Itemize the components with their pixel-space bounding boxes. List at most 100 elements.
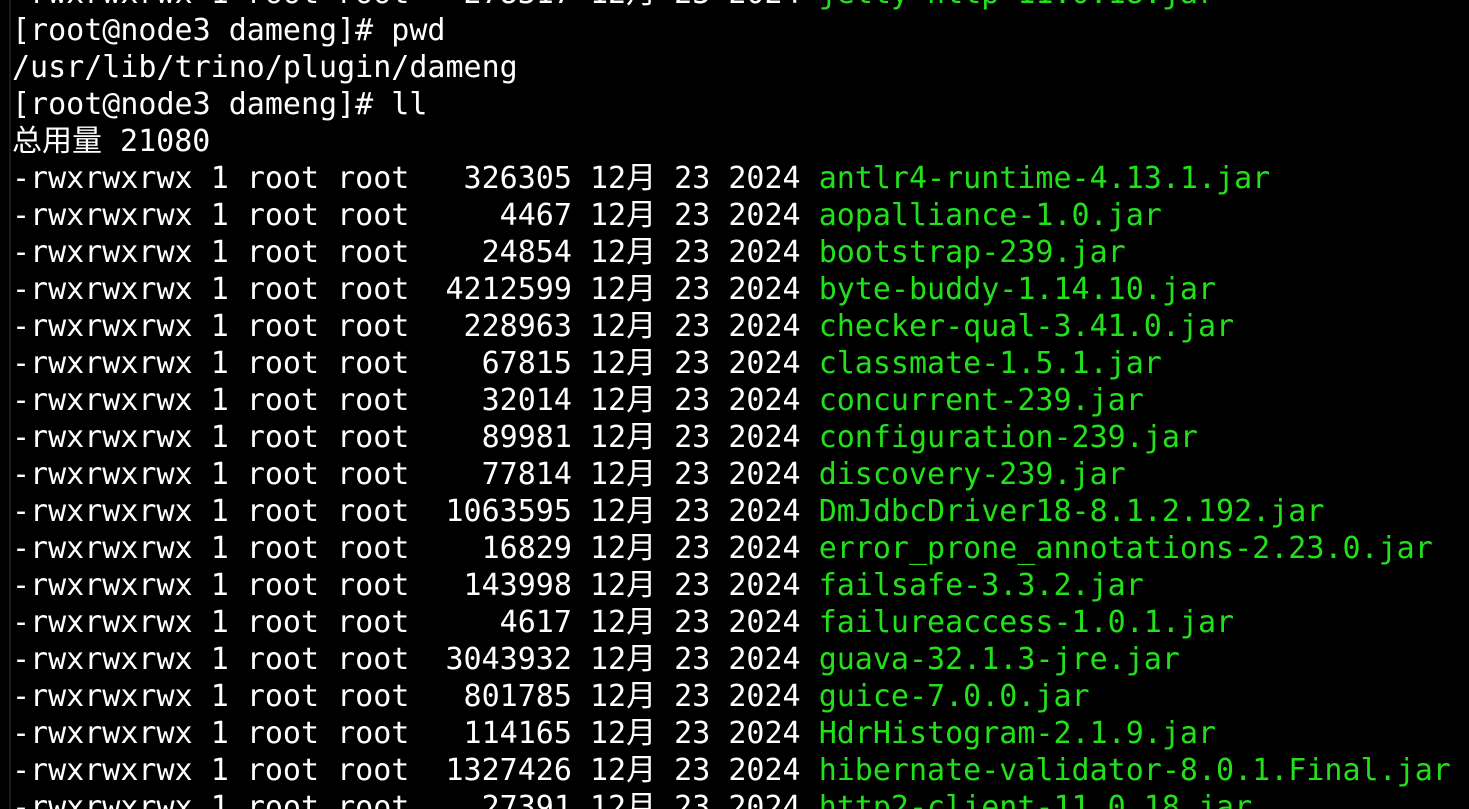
file-size: 326305 (427, 161, 572, 196)
file-listing-row: -rwxrwxrwx 1 root root 32014 12月 23 2024… (12, 382, 1451, 419)
file-name: classmate-1.5.1.jar (818, 346, 1162, 381)
file-link-count: 1 (210, 531, 229, 566)
file-owner: root (246, 716, 320, 751)
file-permissions: -rwxrwxrwx (12, 161, 193, 196)
file-name: aopalliance-1.0.jar (818, 198, 1162, 233)
file-size: 143998 (427, 568, 572, 603)
file-name: guice-7.0.0.jar (818, 679, 1090, 714)
file-size: 801785 (427, 679, 572, 714)
file-owner: root (246, 198, 320, 233)
file-permissions: -rwxrwxrwx (12, 605, 193, 640)
file-owner: root (246, 642, 320, 677)
file-permissions: -rwxrwxrwx (12, 383, 193, 418)
file-listing-row: -rwxrwxrwx 1 root root 278317 12月 23 202… (12, 0, 1451, 12)
file-permissions: -rwxrwxrwx (12, 679, 193, 714)
file-listing-row: -rwxrwxrwx 1 root root 24854 12月 23 2024… (12, 234, 1451, 271)
file-group: root (337, 420, 410, 455)
file-permissions: -rwxrwxrwx (12, 309, 193, 344)
file-listing-row: -rwxrwxrwx 1 root root 4212599 12月 23 20… (12, 271, 1451, 308)
file-listing-row: -rwxrwxrwx 1 root root 228963 12月 23 202… (12, 308, 1451, 345)
file-listing-row: -rwxrwxrwx 1 root root 77814 12月 23 2024… (12, 456, 1451, 493)
file-listing-row: -rwxrwxrwx 1 root root 4467 12月 23 2024 … (12, 197, 1451, 234)
file-owner: root (246, 753, 320, 788)
file-group: root (337, 198, 410, 233)
file-name: guava-32.1.3-jre.jar (818, 642, 1180, 677)
file-date: 12月 23 2024 (590, 309, 801, 344)
file-link-count: 1 (210, 457, 229, 492)
file-group: root (337, 568, 410, 603)
file-link-count: 1 (210, 235, 229, 270)
file-date: 12月 23 2024 (590, 568, 801, 603)
file-date: 12月 23 2024 (590, 753, 801, 788)
file-date: 12月 23 2024 (590, 642, 801, 677)
file-name: DmJdbcDriver18-8.1.2.192.jar (818, 494, 1325, 529)
file-name: jetty-http-11.0.18.jar (819, 0, 1216, 11)
file-date: 12月 23 2024 (590, 790, 801, 809)
terminal-line: [root@node3 dameng]# pwd (12, 13, 446, 48)
file-group: root (337, 605, 410, 640)
file-owner: root (246, 568, 320, 603)
file-listing-row: -rwxrwxrwx 1 root root 67815 12月 23 2024… (12, 345, 1451, 382)
file-group: root (337, 309, 410, 344)
file-owner: root (246, 161, 320, 196)
file-owner: root (246, 494, 320, 529)
file-owner: root (246, 346, 320, 381)
file-link-count: 1 (211, 0, 229, 11)
file-permissions: -rwxrwxrwx (12, 790, 193, 809)
file-name: error_prone_annotations-2.23.0.jar (818, 531, 1433, 566)
file-permissions: -rwxrwxrwx (12, 272, 193, 307)
file-group: root (337, 0, 409, 11)
file-name: checker-qual-3.41.0.jar (818, 309, 1235, 344)
file-size: 32014 (427, 383, 572, 418)
file-link-count: 1 (210, 309, 229, 344)
file-size: 27391 (427, 790, 572, 809)
file-date: 12月 23 2024 (590, 716, 801, 751)
file-owner: root (246, 605, 320, 640)
file-owner: root (246, 531, 320, 566)
file-owner: root (246, 790, 320, 809)
file-date: 12月 23 2024 (590, 420, 801, 455)
file-group: root (337, 716, 410, 751)
file-listing-row: -rwxrwxrwx 1 root root 89981 12月 23 2024… (12, 419, 1451, 456)
file-group: root (337, 642, 410, 677)
window-left-edge (0, 0, 11, 809)
file-permissions: -rwxrwxrwx (12, 0, 193, 11)
file-link-count: 1 (210, 679, 229, 714)
terminal-line: 总用量 21080 (12, 124, 211, 159)
file-date: 12月 23 2024 (590, 161, 801, 196)
file-size: 1063595 (427, 494, 572, 529)
file-name: configuration-239.jar (818, 420, 1198, 455)
file-owner: root (247, 0, 319, 11)
file-permissions: -rwxrwxrwx (12, 494, 193, 529)
file-link-count: 1 (210, 420, 229, 455)
file-permissions: -rwxrwxrwx (12, 716, 193, 751)
file-listing-row: -rwxrwxrwx 1 root root 801785 12月 23 202… (12, 678, 1451, 715)
file-group: root (337, 494, 410, 529)
file-size: 114165 (427, 716, 572, 751)
file-date: 12月 23 2024 (590, 383, 801, 418)
file-permissions: -rwxrwxrwx (12, 346, 193, 381)
terminal-window[interactable]: -rwxrwxrwx 1 root root 278317 12月 23 202… (0, 0, 1469, 809)
file-owner: root (246, 383, 320, 418)
file-date: 12月 23 2024 (590, 457, 801, 492)
file-name: discovery-239.jar (818, 457, 1126, 492)
file-date: 12月 23 2024 (590, 679, 801, 714)
file-link-count: 1 (210, 753, 229, 788)
file-listing-row: -rwxrwxrwx 1 root root 326305 12月 23 202… (12, 160, 1451, 197)
file-size: 4617 (427, 605, 572, 640)
file-group: root (337, 679, 410, 714)
file-group: root (337, 161, 410, 196)
file-size: 4212599 (427, 272, 572, 307)
file-listing-row: -rwxrwxrwx 1 root root 114165 12月 23 202… (12, 715, 1451, 752)
file-size: 16829 (427, 531, 572, 566)
file-date: 12月 23 2024 (590, 272, 801, 307)
terminal-line: [root@node3 dameng]# ll (12, 87, 428, 122)
file-date: 12月 23 2024 (590, 605, 801, 640)
file-size: 278317 (427, 0, 572, 11)
file-group: root (337, 235, 410, 270)
file-name: bootstrap-239.jar (818, 235, 1126, 270)
file-permissions: -rwxrwxrwx (12, 531, 193, 566)
file-link-count: 1 (210, 642, 229, 677)
file-size: 24854 (427, 235, 572, 270)
file-permissions: -rwxrwxrwx (12, 457, 193, 492)
